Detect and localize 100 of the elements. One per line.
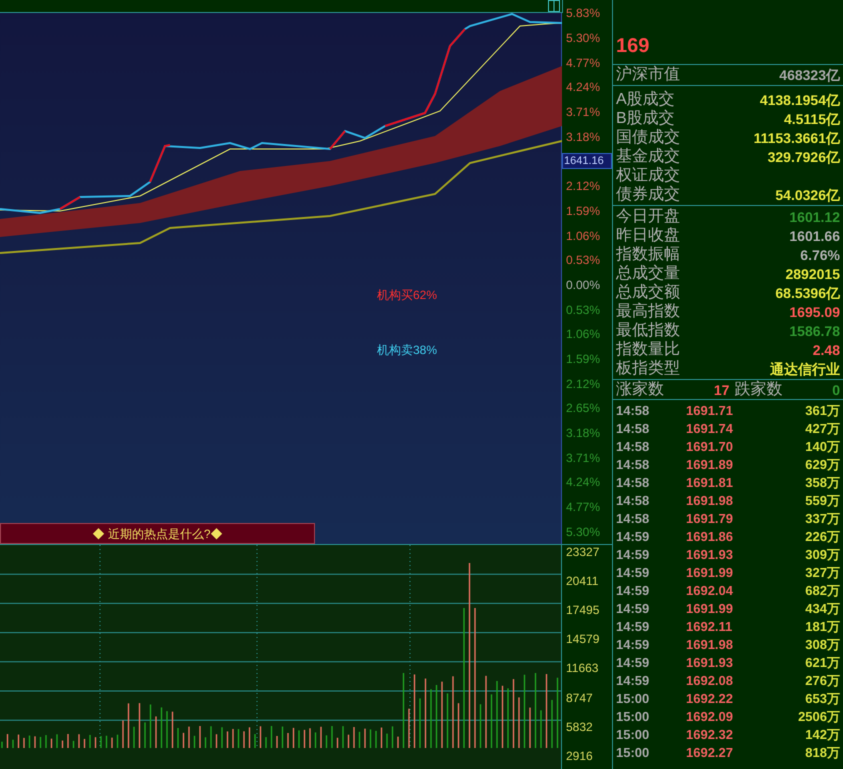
tick-time: 14:59 bbox=[616, 548, 650, 560]
tick-time: 15:00 bbox=[616, 710, 650, 722]
stat-value: 6.76% bbox=[800, 248, 840, 262]
signal-label: 机构买62% bbox=[377, 287, 438, 304]
axis-label: 3.18% bbox=[566, 130, 600, 143]
tick-time: 14:59 bbox=[616, 638, 650, 650]
stat-label: 今日开盘 bbox=[616, 208, 680, 224]
tick-time: 14:58 bbox=[616, 440, 650, 452]
tick-price: 1692.11 bbox=[686, 620, 734, 632]
tick-time: 14:59 bbox=[616, 620, 650, 632]
signal-label: 机构卖38% bbox=[377, 342, 438, 359]
tick-time: 14:58 bbox=[616, 476, 650, 488]
tick-volume: 327万 bbox=[805, 566, 840, 578]
stat-value: 68.5396亿 bbox=[775, 286, 840, 300]
tick-price: 1691.81 bbox=[686, 476, 734, 488]
axis-label: 3.18% bbox=[566, 427, 600, 440]
stat-value: 4138.1954亿 bbox=[760, 92, 840, 106]
tick-volume: 427万 bbox=[805, 422, 840, 434]
tick-price: 1691.93 bbox=[686, 548, 734, 560]
axis-label: 1.06% bbox=[566, 328, 600, 340]
axis-label: 8747 bbox=[566, 692, 593, 704]
tick-volume: 358万 bbox=[805, 476, 840, 488]
tick-price: 1691.79 bbox=[686, 512, 734, 524]
tick-volume: 337万 bbox=[805, 512, 840, 524]
tick-price: 1691.98 bbox=[686, 494, 734, 506]
axis-label: 2.12% bbox=[566, 378, 600, 390]
index-price: 169 bbox=[616, 36, 650, 56]
stat-value: 通达信行业 bbox=[770, 362, 840, 376]
tick-time: 14:59 bbox=[616, 674, 650, 686]
tick-price: 1691.70 bbox=[686, 440, 734, 452]
tick-time: 14:59 bbox=[616, 584, 650, 596]
axis-label: 20411 bbox=[566, 574, 598, 587]
stat-value: 468323亿 bbox=[779, 68, 840, 82]
tick-volume: 818万 bbox=[805, 746, 840, 758]
tick-volume: 361万 bbox=[805, 404, 840, 416]
tick-price: 1691.99 bbox=[686, 566, 734, 578]
tick-price: 1691.98 bbox=[686, 638, 734, 650]
tick-time: 14:59 bbox=[616, 566, 650, 578]
tick-time: 15:00 bbox=[616, 746, 650, 758]
stat-label: 最高指数 bbox=[616, 304, 680, 320]
stat-label: A股成交 bbox=[616, 92, 675, 108]
stat-label: 指数振幅 bbox=[616, 246, 680, 262]
price-marker: 1641.16 bbox=[562, 153, 612, 170]
tick-volume: 140万 bbox=[805, 440, 840, 452]
axis-label: 4.77% bbox=[566, 501, 600, 514]
tick-volume: 309万 bbox=[805, 548, 840, 560]
tick-time: 14:59 bbox=[616, 656, 650, 668]
hot-topic-banner[interactable]: ◆ 近期的热点是什么?◆ bbox=[0, 523, 315, 544]
tick-volume: 434万 bbox=[805, 602, 840, 614]
tick-volume: 559万 bbox=[805, 494, 840, 506]
stat-label: 最低指数 bbox=[616, 322, 680, 338]
tick-volume: 682万 bbox=[805, 584, 840, 596]
stat-value: 4.5115亿 bbox=[784, 112, 840, 126]
tick-volume: 181万 bbox=[805, 620, 840, 632]
axis-label: 4.24% bbox=[566, 81, 600, 94]
tick-volume: 142万 bbox=[805, 728, 840, 740]
axis-label: 17495 bbox=[566, 604, 600, 616]
tick-time: 14:58 bbox=[616, 512, 650, 524]
tick-price: 1692.04 bbox=[686, 584, 734, 596]
axis-label: 1.06% bbox=[566, 230, 600, 242]
tick-price: 1691.99 bbox=[686, 602, 734, 614]
tick-volume: 629万 bbox=[805, 458, 840, 470]
stat-value: 1601.66 bbox=[789, 228, 840, 242]
stat-label: B股成交 bbox=[616, 110, 675, 126]
tick-time: 14:58 bbox=[616, 494, 650, 506]
stat-label: 沪深市值 bbox=[616, 67, 680, 83]
axis-label: 0.53% bbox=[566, 304, 600, 316]
tick-time: 14:58 bbox=[616, 458, 650, 470]
window-toggle-icon[interactable] bbox=[548, 0, 560, 12]
stat-value: 329.7926亿 bbox=[768, 150, 840, 164]
stat-label: 指数量比 bbox=[616, 342, 680, 358]
axis-label: 1.59% bbox=[566, 352, 600, 365]
advancers-label: 涨家数 bbox=[616, 382, 664, 398]
stat-label: 基金成交 bbox=[616, 148, 680, 164]
axis-label: 5832 bbox=[566, 720, 593, 733]
stat-value: 1601.12 bbox=[789, 210, 840, 224]
stat-label: 总成交额 bbox=[616, 284, 680, 300]
stat-value: 11153.3661亿 bbox=[754, 130, 840, 144]
axis-label: 3.71% bbox=[566, 452, 600, 464]
axis-label: 23327 bbox=[566, 546, 600, 558]
axis-label: 3.71% bbox=[566, 106, 600, 118]
axis-label: 1.59% bbox=[566, 204, 600, 217]
tick-price: 1692.32 bbox=[686, 728, 734, 740]
tick-time: 14:58 bbox=[616, 404, 650, 416]
tick-time: 15:00 bbox=[616, 728, 650, 740]
tick-volume: 308万 bbox=[805, 638, 840, 650]
tick-time: 14:59 bbox=[616, 530, 650, 542]
axis-label: 2.65% bbox=[566, 402, 600, 414]
stat-label: 债券成交 bbox=[616, 186, 680, 202]
tick-price: 1692.09 bbox=[686, 710, 734, 722]
axis-label: 0.00% bbox=[566, 278, 600, 291]
tick-volume: 226万 bbox=[805, 530, 840, 542]
stat-value: 2.48 bbox=[812, 342, 840, 356]
stat-value: 1586.78 bbox=[789, 324, 840, 338]
tick-time: 15:00 bbox=[616, 692, 650, 704]
stat-value: 1695.09 bbox=[789, 304, 840, 318]
axis-label: 5.83% bbox=[566, 7, 600, 20]
tick-price: 1691.71 bbox=[686, 404, 734, 416]
tick-price: 1692.22 bbox=[686, 692, 734, 704]
axis-label: 11663 bbox=[566, 662, 598, 674]
